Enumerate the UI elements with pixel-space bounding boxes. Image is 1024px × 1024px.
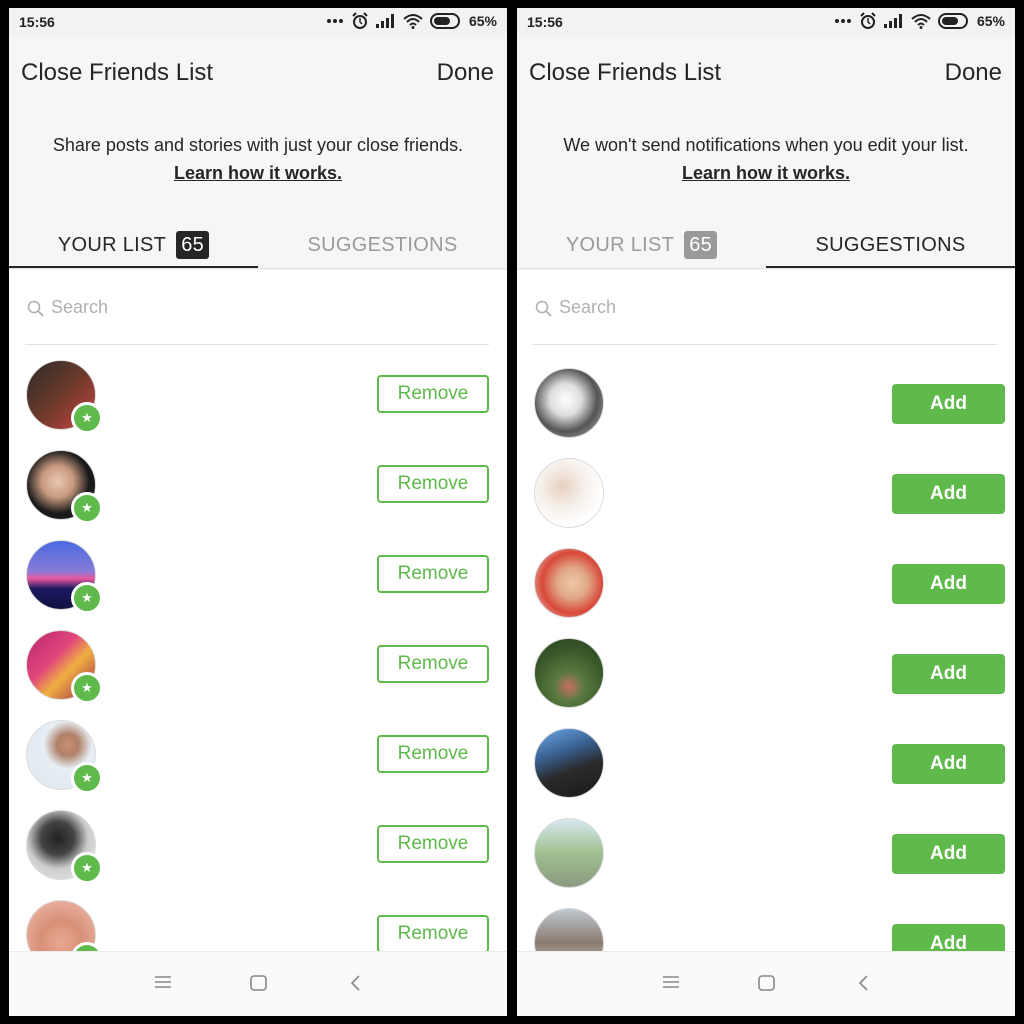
status-bar: 15:56 65% [9, 8, 507, 38]
list-item: ★ Remove [9, 810, 507, 900]
tab-divider [517, 268, 1015, 269]
alarm-icon [351, 12, 369, 30]
avatar[interactable] [534, 368, 604, 438]
signal-icon [883, 14, 904, 28]
system-nav-bar [517, 951, 1015, 1016]
search-placeholder: Search [51, 297, 109, 317]
add-button[interactable]: Add [892, 384, 1005, 424]
status-bar: 15:56 65% [517, 8, 1015, 38]
remove-button[interactable]: Remove [377, 645, 489, 683]
star-icon: ★ [71, 402, 103, 434]
status-time: 15:56 [19, 14, 55, 30]
signal-icon [375, 14, 396, 28]
remove-button[interactable]: Remove [377, 825, 489, 863]
avatar[interactable] [534, 548, 604, 618]
battery-icon [937, 13, 970, 29]
list-item: ★ Remove [9, 540, 507, 630]
remove-button[interactable]: Remove [377, 735, 489, 773]
alarm-icon [859, 12, 877, 30]
list-item: ★ Remove [9, 450, 507, 540]
add-button[interactable]: Add [892, 744, 1005, 784]
battery-percent: 65% [468, 13, 497, 29]
home-icon[interactable] [757, 974, 777, 997]
description: Share posts and stories with just your c… [39, 131, 477, 187]
list-item: Add [517, 818, 1015, 908]
add-button[interactable]: Add [892, 654, 1005, 694]
more-icon [834, 18, 852, 24]
search-input[interactable]: Search [25, 294, 489, 345]
search-icon [535, 300, 553, 323]
active-tab-indicator [9, 266, 258, 268]
status-time: 15:56 [527, 14, 563, 30]
phone-screen-your-list: 15:56 65% Close Friends List Done Share … [9, 8, 507, 1016]
phone-screen-suggestions: 15:56 65% Close Friends List Done We won… [517, 8, 1015, 1016]
list-item: Add [517, 728, 1015, 818]
star-icon: ★ [71, 492, 103, 524]
tab-suggestions-label: SUGGESTIONS [815, 233, 966, 256]
page-title: Close Friends List [529, 59, 722, 86]
done-button[interactable]: Done [945, 59, 1002, 87]
battery-percent: 65% [976, 13, 1005, 29]
system-nav-bar [9, 951, 507, 1016]
tab-your-list[interactable]: YOUR LIST 65 [9, 224, 258, 266]
count-badge: 65 [684, 231, 718, 259]
avatar[interactable] [534, 728, 604, 798]
tab-suggestions[interactable]: SUGGESTIONS [258, 224, 507, 266]
add-button[interactable]: Add [892, 834, 1005, 874]
description-text: We won't send notifications when you edi… [563, 135, 969, 155]
home-icon[interactable] [249, 974, 269, 997]
wifi-icon [911, 13, 931, 29]
page-title: Close Friends List [21, 59, 214, 86]
menu-icon[interactable] [153, 974, 173, 995]
avatar[interactable] [534, 638, 604, 708]
add-button[interactable]: Add [892, 564, 1005, 604]
star-icon: ★ [71, 852, 103, 884]
avatar[interactable] [534, 458, 604, 528]
search-input[interactable]: Search [533, 294, 997, 345]
count-badge: 65 [176, 231, 210, 259]
description-text: Share posts and stories with just your c… [52, 135, 464, 155]
tab-your-list[interactable]: YOUR LIST 65 [517, 224, 766, 266]
list-item: ★ Remove [9, 360, 507, 450]
add-button[interactable]: Add [892, 474, 1005, 514]
list-item: Add [517, 548, 1015, 638]
learn-how-link[interactable]: Learn how it works. [682, 163, 850, 183]
star-icon: ★ [71, 672, 103, 704]
list-item: ★ Remove [9, 630, 507, 720]
search-icon [27, 300, 45, 323]
more-icon [326, 18, 344, 24]
wifi-icon [403, 13, 423, 29]
tab-suggestions-label: SUGGESTIONS [307, 233, 458, 256]
list-item: ★ Remove [9, 720, 507, 810]
remove-button[interactable]: Remove [377, 915, 489, 953]
tab-divider [9, 268, 507, 269]
star-icon: ★ [71, 762, 103, 794]
tab-suggestions[interactable]: SUGGESTIONS [766, 224, 1015, 266]
battery-icon [429, 13, 462, 29]
list-item: Add [517, 368, 1015, 458]
tab-your-list-label: YOUR LIST [565, 233, 675, 256]
tab-your-list-label: YOUR LIST [57, 233, 167, 256]
done-button[interactable]: Done [437, 59, 494, 87]
list-item: Add [517, 638, 1015, 728]
list-item: Add [517, 458, 1015, 548]
remove-button[interactable]: Remove [377, 555, 489, 593]
remove-button[interactable]: Remove [377, 375, 489, 413]
description: We won't send notifications when you edi… [547, 131, 985, 187]
star-icon: ★ [71, 582, 103, 614]
search-placeholder: Search [559, 297, 617, 317]
active-tab-indicator [766, 266, 1015, 268]
back-icon[interactable] [348, 974, 364, 997]
avatar[interactable] [534, 818, 604, 888]
back-icon[interactable] [856, 974, 872, 997]
remove-button[interactable]: Remove [377, 465, 489, 503]
learn-how-link[interactable]: Learn how it works. [174, 163, 342, 183]
menu-icon[interactable] [661, 974, 681, 995]
